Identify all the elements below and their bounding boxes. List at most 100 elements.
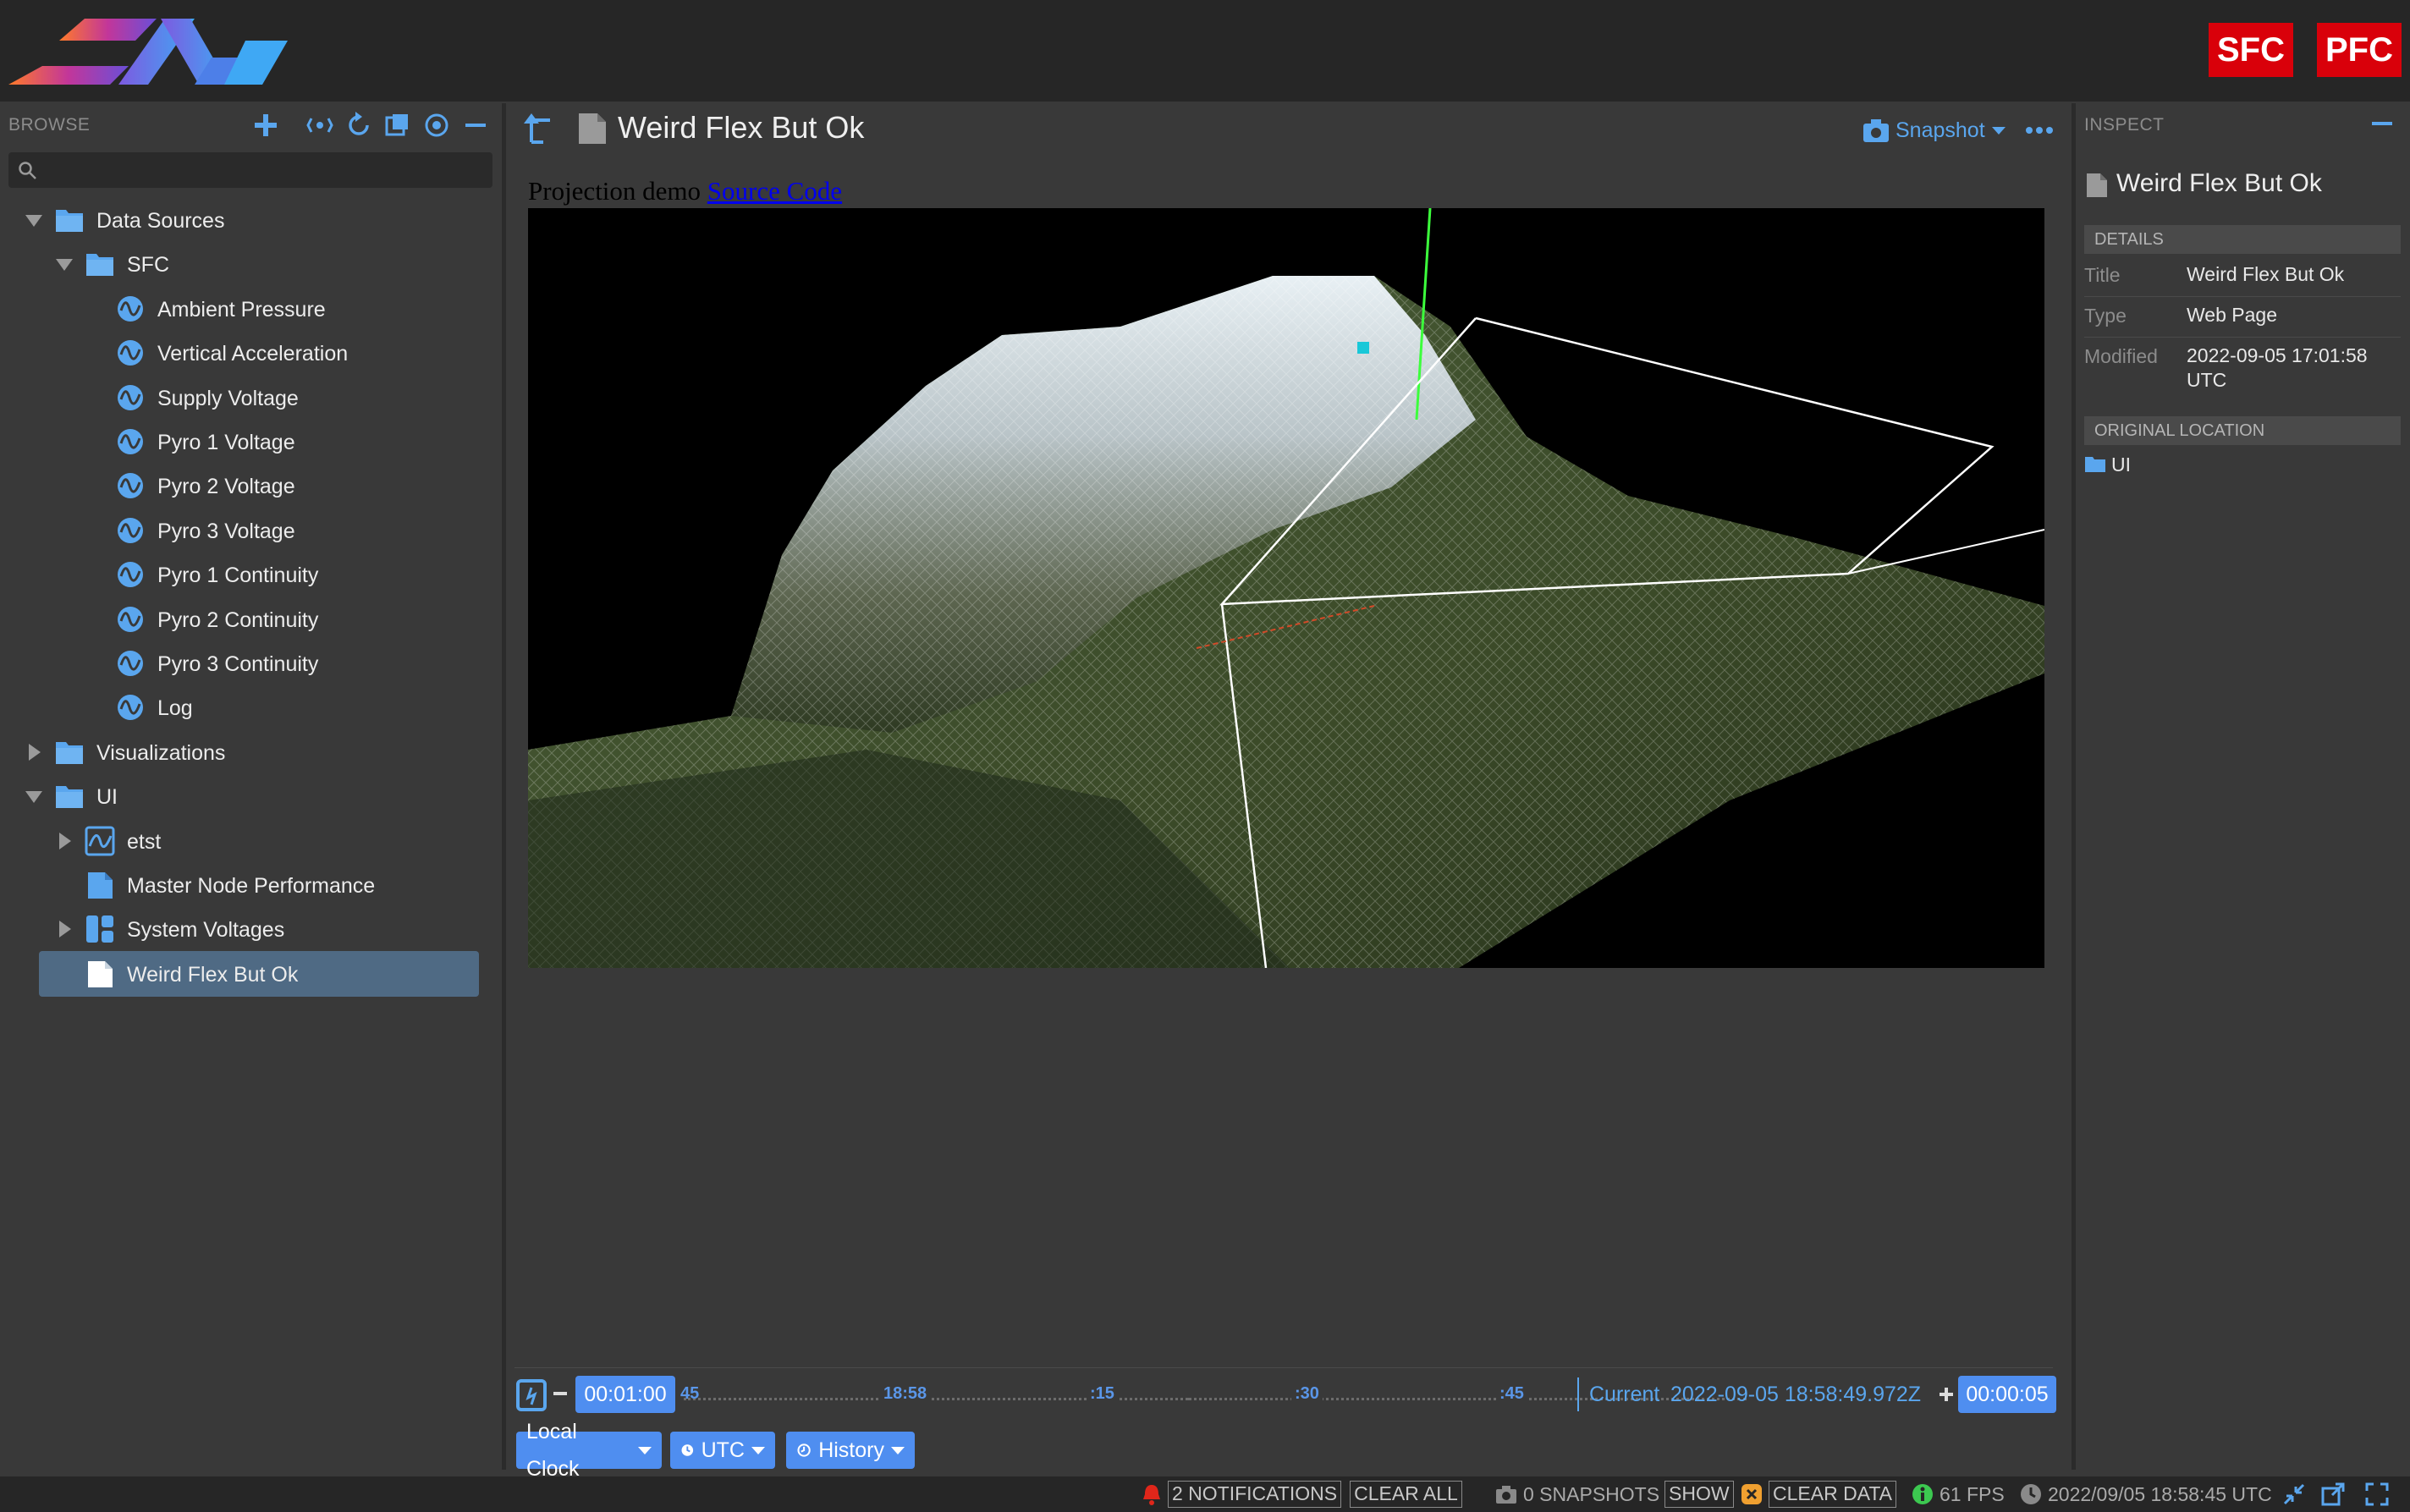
show-snapshots-button[interactable]: SHOW bbox=[1664, 1481, 1734, 1508]
folder-icon bbox=[56, 741, 83, 764]
bell-icon bbox=[1143, 1485, 1160, 1505]
tree-item-label: Pyro 3 Voltage bbox=[157, 519, 295, 543]
current-label: Current bbox=[1589, 1383, 1660, 1406]
camera-icon bbox=[1496, 1486, 1516, 1504]
timezone-label: UTC bbox=[701, 1438, 745, 1462]
time-mode-icon[interactable] bbox=[516, 1379, 547, 1411]
tree-item[interactable]: Ambient Pressure bbox=[0, 287, 501, 331]
camera-icon bbox=[1863, 119, 1889, 142]
refresh-icon[interactable] bbox=[344, 110, 374, 140]
collapse-pane-icon[interactable] bbox=[460, 110, 491, 140]
tree-item[interactable]: Vertical Acceleration bbox=[0, 331, 501, 375]
original-location-link[interactable]: UI bbox=[2111, 454, 2131, 476]
tree-item[interactable]: Visualizations bbox=[0, 730, 501, 774]
clock-indicator: 2022/09/05 18:58:45 UTC bbox=[2019, 1476, 2272, 1512]
info-icon bbox=[1912, 1484, 1933, 1504]
tree-item[interactable]: Log bbox=[0, 685, 501, 729]
page-icon bbox=[2087, 173, 2107, 197]
now-marker bbox=[1577, 1377, 1579, 1411]
tree-item[interactable]: SFC bbox=[0, 242, 501, 286]
expand-arrow-down-icon[interactable] bbox=[24, 786, 44, 806]
tree-item-label: Master Node Performance bbox=[127, 874, 376, 898]
clock-dropdown[interactable]: Local Clock bbox=[516, 1420, 662, 1481]
clock-icon bbox=[2021, 1484, 2041, 1504]
clear-all-button[interactable]: CLEAR ALL bbox=[1350, 1481, 1462, 1508]
tree-item-label: Ambient Pressure bbox=[157, 297, 326, 322]
page-icon bbox=[579, 113, 606, 144]
sfc-badge[interactable]: SFC bbox=[2209, 23, 2293, 77]
open-new-window-icon[interactable] bbox=[2320, 1482, 2346, 1507]
telemetry-icon bbox=[118, 695, 143, 721]
tree-item-label: Pyro 2 Continuity bbox=[157, 608, 319, 632]
tree-item[interactable]: etst bbox=[0, 819, 501, 863]
clear-data-indicator: CLEAR DATA bbox=[1740, 1476, 1897, 1512]
clear-data-button[interactable]: CLEAR DATA bbox=[1769, 1481, 1897, 1508]
span-start-chip[interactable]: 00:01:00 bbox=[575, 1376, 675, 1413]
tree-item[interactable]: System Voltages bbox=[0, 907, 501, 951]
expand-arrow-right-icon[interactable] bbox=[54, 919, 74, 939]
notifications-indicator: 2 NOTIFICATIONS CLEAR ALL bbox=[1141, 1476, 1462, 1512]
clock-value: 2022/09/05 18:58:45 UTC bbox=[2048, 1482, 2272, 1505]
tree-item[interactable]: Supply Voltage bbox=[0, 376, 501, 420]
tree-item[interactable]: Data Sources bbox=[0, 198, 501, 242]
expand-arrow-right-icon[interactable] bbox=[54, 831, 74, 851]
tree-item[interactable]: Pyro 1 Continuity bbox=[0, 553, 501, 597]
collapse-pane-icon[interactable] bbox=[2369, 115, 2396, 132]
page-icon bbox=[88, 960, 113, 987]
compress-icon[interactable] bbox=[2281, 1482, 2307, 1507]
telemetry-icon bbox=[118, 651, 143, 676]
more-options-icon[interactable] bbox=[2024, 118, 2055, 142]
terrain-render[interactable] bbox=[528, 208, 2044, 968]
tree-item-label: Visualizations bbox=[96, 740, 226, 765]
mode-dropdown[interactable]: History bbox=[786, 1432, 915, 1469]
folder-icon bbox=[86, 254, 113, 277]
tick-label: 45 bbox=[680, 1384, 700, 1403]
tree-item-label: Vertical Acceleration bbox=[157, 342, 349, 366]
add-icon[interactable] bbox=[250, 110, 281, 140]
tree-item-label: etst bbox=[127, 829, 162, 854]
expand-arrow-down-icon[interactable] bbox=[24, 210, 44, 230]
chevron-down-icon bbox=[751, 1446, 765, 1454]
tick-label: :30 bbox=[1291, 1384, 1323, 1404]
new-tab-icon[interactable] bbox=[382, 110, 413, 140]
terrain-3d-view[interactable] bbox=[528, 208, 2044, 968]
sync-tree-icon[interactable] bbox=[305, 110, 335, 140]
target-icon[interactable] bbox=[421, 110, 452, 140]
source-code-link[interactable]: Source Code bbox=[707, 176, 842, 206]
tree-item[interactable]: UI bbox=[0, 774, 501, 818]
web-page-view: Projection demo Source Code bbox=[528, 176, 2044, 1361]
telemetry-icon bbox=[118, 295, 143, 322]
search-input[interactable] bbox=[46, 152, 489, 190]
history-icon bbox=[797, 1443, 811, 1457]
decrease-span-icon[interactable] bbox=[552, 1389, 569, 1398]
tree-item[interactable]: Pyro 2 Continuity bbox=[0, 597, 501, 641]
tree-item[interactable]: Master Node Performance bbox=[0, 863, 501, 907]
tree-item[interactable]: Pyro 1 Voltage bbox=[0, 420, 501, 464]
expand-arrow-right-icon[interactable] bbox=[24, 742, 44, 762]
tree-item[interactable]: Pyro 3 Voltage bbox=[0, 509, 501, 553]
span-end-chip[interactable]: 00:00:05 bbox=[1958, 1376, 2056, 1413]
increase-span-icon[interactable] bbox=[1938, 1386, 1955, 1403]
inspect-label: INSPECT bbox=[2084, 115, 2165, 135]
tree-item-label: Log bbox=[157, 696, 193, 721]
mode-label: History bbox=[818, 1438, 884, 1462]
fullscreen-icon[interactable] bbox=[2364, 1482, 2390, 1507]
tree-item[interactable]: Pyro 2 Voltage bbox=[0, 464, 501, 508]
tree-item[interactable]: Weird Flex But Ok bbox=[0, 950, 501, 997]
expand-arrow-down-icon[interactable] bbox=[54, 254, 74, 274]
detail-divider bbox=[2084, 296, 2401, 297]
pfc-badge[interactable]: PFC bbox=[2317, 23, 2402, 77]
app-logo bbox=[8, 19, 288, 85]
timezone-dropdown[interactable]: UTC bbox=[670, 1432, 775, 1469]
clear-data-icon bbox=[1741, 1484, 1762, 1504]
tree-item[interactable]: Pyro 3 Continuity bbox=[0, 641, 501, 685]
snapshot-button[interactable]: Snapshot bbox=[1862, 113, 2006, 147]
telemetry-icon bbox=[118, 562, 143, 588]
notifications-button[interactable]: 2 NOTIFICATIONS bbox=[1168, 1481, 1342, 1508]
go-up-icon[interactable] bbox=[521, 112, 555, 146]
browse-label: BROWSE bbox=[8, 115, 91, 135]
folder-icon bbox=[2085, 457, 2105, 472]
folder-icon bbox=[56, 210, 83, 232]
timeline-axis-right bbox=[1188, 1398, 1747, 1400]
chevron-down-icon bbox=[638, 1446, 652, 1454]
